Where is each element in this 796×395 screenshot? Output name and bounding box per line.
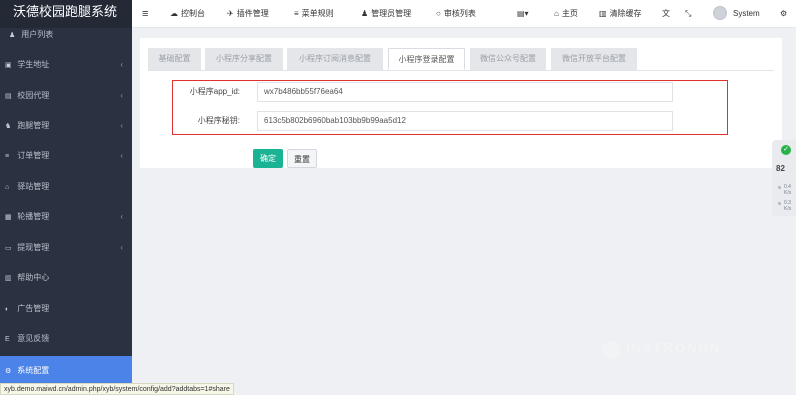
plugin-icon: ✈ <box>227 9 234 18</box>
student-icon: ▣ <box>5 62 12 69</box>
user-name[interactable]: System <box>733 0 760 28</box>
app-id-label: 小程序app_id: <box>189 87 240 96</box>
sidebar-item-orders[interactable]: ≡ 订单管理 ‹ <box>0 141 132 171</box>
reset-button[interactable]: 重置 <box>287 149 317 168</box>
nav-label: 控制台 <box>181 9 205 18</box>
list-dropdown[interactable]: ▤▾ <box>517 0 532 28</box>
dashboard-icon: ☁ <box>170 9 178 18</box>
sidebar-item-label: 帮助中心 <box>17 273 50 282</box>
feedback-icon: E <box>5 336 10 343</box>
chevron-left-icon: ‹ <box>120 212 123 221</box>
runner-icon: ♞ <box>5 123 12 130</box>
tab-open-platform[interactable]: 微信开放平台配置 <box>551 48 637 70</box>
nav-label: 管理员管理 <box>371 9 412 18</box>
tab-share[interactable]: 小程序分享配置 <box>205 48 283 70</box>
sidebar-item-users[interactable]: ♟ 用户列表 <box>0 28 132 42</box>
sidebar-item-label: 用户列表 <box>21 30 54 39</box>
user-icon: ♟ <box>9 32 16 39</box>
menu-icon: ≡ <box>294 9 299 18</box>
school-icon: ▤ <box>5 93 12 100</box>
nav-home[interactable]: ⌂ 主页 <box>554 0 578 28</box>
nav-label: 审核列表 <box>443 9 476 18</box>
sidebar-item-label: 校园代理 <box>17 91 50 100</box>
order-icon: ≡ <box>5 153 10 160</box>
sidebar-item-withdraw[interactable]: ▭ 提现管理 ‹ <box>0 233 132 263</box>
chart-icon: ▥ <box>5 275 12 282</box>
translate-button[interactable]: ⽂ <box>662 0 673 28</box>
submit-button[interactable]: 确定 <box>253 149 283 168</box>
sidebar-item-label: 跑腿管理 <box>17 121 50 130</box>
nav-label: 主页 <box>561 9 578 18</box>
tab-divider <box>148 70 774 71</box>
fullscreen-button[interactable]: ⤡ <box>685 0 694 28</box>
sidebar-item-ads[interactable]: ◐ 广告管理 <box>0 294 132 324</box>
sidebar-item-student-address[interactable]: ▣ 学生地址 ‹ <box>0 50 132 80</box>
chevron-left-icon: ‹ <box>120 121 123 130</box>
home-icon: ⌂ <box>5 184 10 191</box>
circle-icon: ○ <box>436 9 441 18</box>
chevron-left-icon: ‹ <box>120 151 123 160</box>
config-panel: 基础配置 小程序分享配置 小程序订阅消息配置 小程序登录配置 微信公众号配置 微… <box>140 38 782 168</box>
image-icon: ▦ <box>5 214 12 221</box>
chevron-left-icon: ‹ <box>120 60 123 69</box>
nav-label: 插件管理 <box>236 9 269 18</box>
list-dropdown-icon: ▤▾ <box>517 9 529 18</box>
upload-unit: K/s <box>784 190 792 196</box>
fullscreen-icon: ⤡ <box>685 9 692 18</box>
top-navbar: ≡ ☁ 控制台 ✈ 插件管理 ≡ 菜单规则 ♟ 管理员管理 ○ 审核列表 ▤▾ ⌂ 主页 ▥… <box>132 0 796 28</box>
nav-label: 菜单规则 <box>301 9 334 18</box>
home-icon: ⌂ <box>554 9 559 18</box>
download-unit: K/s <box>784 206 792 212</box>
clear-cache-button[interactable]: ▥ 清除缓存 <box>599 0 642 28</box>
ad-icon: ◐ <box>5 306 10 313</box>
sidebar-item-label: 驿站管理 <box>17 182 50 191</box>
sidebar-item-carousel[interactable]: ▦ 轮播管理 ‹ <box>0 202 132 232</box>
avatar[interactable] <box>713 6 727 20</box>
sidebar-item-feedback[interactable]: E 意见反馈 <box>0 324 132 354</box>
tab-login[interactable]: 小程序登录配置 <box>388 48 465 70</box>
translate-icon: ⽂ <box>662 9 670 18</box>
trash-icon: ▥ <box>599 9 607 18</box>
app-title: 沃德校园跑腿系统 <box>0 0 132 28</box>
sidebar-item-label: 广告管理 <box>17 304 50 313</box>
menu-toggle-icon[interactable]: ≡ <box>142 0 148 28</box>
nav-review-list[interactable]: ○ 审核列表 <box>436 0 476 28</box>
withdraw-icon: ▭ <box>5 245 12 252</box>
browser-status-url: xyb.demo.maiwd.cn/admin.php/xyb/system/c… <box>0 383 234 395</box>
tab-official-account[interactable]: 微信公众号配置 <box>470 48 546 70</box>
sidebar-item-campus-agent[interactable]: ▤ 校园代理 ‹ <box>0 81 132 111</box>
sidebar-item-station[interactable]: ⌂ 驿站管理 <box>0 172 132 202</box>
chevron-left-icon: ‹ <box>120 91 123 100</box>
nav-label: 清除缓存 <box>609 9 642 18</box>
score-value: 82 <box>776 164 785 173</box>
shield-check-icon: ✓ <box>781 145 791 155</box>
watermark-text: INSTRONHN <box>626 340 722 355</box>
sidebar-item-label: 轮播管理 <box>17 212 50 221</box>
admin-icon: ♟ <box>361 9 369 18</box>
status-dot-icon <box>778 202 781 205</box>
sidebar: 沃德校园跑腿系统 ♟ 用户列表 ▣ 学生地址 ‹ ▤ 校园代理 ‹ ♞ 跑腿管理… <box>0 0 132 395</box>
nav-dashboard[interactable]: ☁ 控制台 <box>170 0 205 28</box>
sidebar-item-label: 系统配置 <box>17 366 50 375</box>
sidebar-item-system-config[interactable]: ⚙ 系统配置 <box>0 356 132 386</box>
nav-plugins[interactable]: ✈ 插件管理 <box>227 0 269 28</box>
app-secret-input[interactable]: 613c5b802b6960bab103bb9b99aa5d12 <box>257 111 673 131</box>
nav-admin[interactable]: ♟ 管理员管理 <box>361 0 411 28</box>
chevron-left-icon: ‹ <box>120 243 123 252</box>
sidebar-item-errand[interactable]: ♞ 跑腿管理 ‹ <box>0 111 132 141</box>
tab-subscribe[interactable]: 小程序订阅消息配置 <box>287 48 383 70</box>
watermark-logo-icon <box>602 341 620 359</box>
sidebar-item-label: 意见反馈 <box>17 334 50 343</box>
app-secret-label: 小程序秘钥: <box>197 116 240 125</box>
sidebar-item-label: 提现管理 <box>17 243 50 252</box>
sidebar-item-label: 学生地址 <box>17 60 50 69</box>
status-dot-icon <box>778 186 781 189</box>
sidebar-item-help[interactable]: ▥ 帮助中心 <box>0 263 132 293</box>
app-id-input[interactable]: wx7b486bb55f76ea64 <box>257 82 673 102</box>
settings-gear-icon[interactable]: ⚙ <box>780 0 787 28</box>
sidebar-item-label: 订单管理 <box>17 151 50 160</box>
speed-monitor-widget[interactable]: ✓ 82 0.4 K/s 0.3 K/s <box>772 140 796 216</box>
tab-basic[interactable]: 基础配置 <box>148 48 201 70</box>
nav-menu-rules[interactable]: ≡ 菜单规则 <box>294 0 334 28</box>
